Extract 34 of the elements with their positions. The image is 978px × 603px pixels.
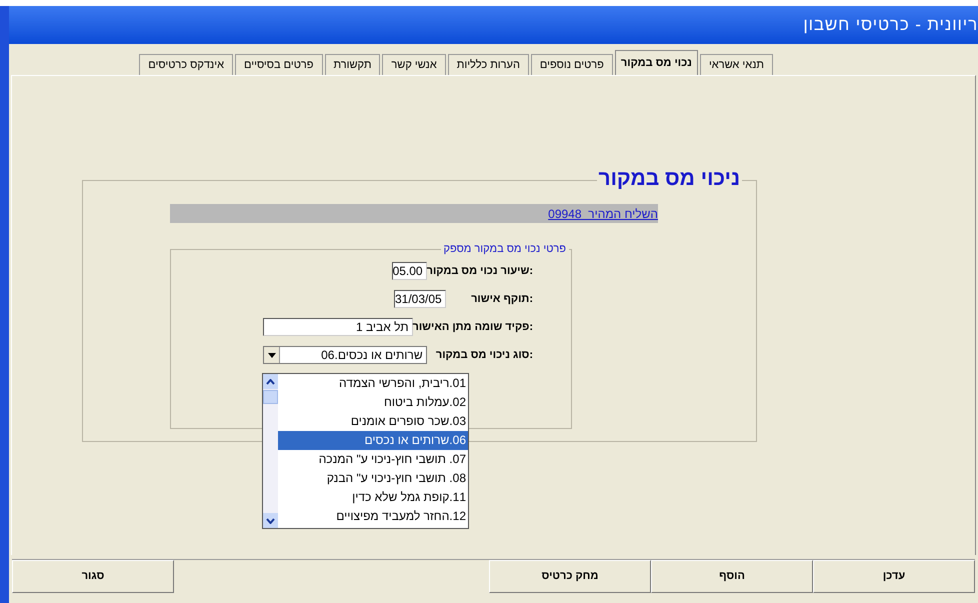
tab[interactable]: אינדקס כרטיסים — [139, 54, 233, 75]
input-field[interactable]: תל אביב 1 — [263, 318, 412, 336]
field-label: שיעור נכוי מס במקור: — [426, 264, 533, 279]
button[interactable]: הוסף — [651, 560, 813, 593]
dropdown-option[interactable]: 08. תושבי חוץ-ניכוי ע" הבנק — [278, 469, 468, 488]
dropdown-option[interactable]: 07. תושבי חוץ-ניכוי ע" המנכה — [278, 450, 468, 469]
scrollbar[interactable] — [263, 374, 278, 528]
dropdown-option[interactable]: 11.קופת גמל שלא כדין — [278, 488, 468, 507]
combo-box[interactable]: 06.שרותים או נכסים — [263, 346, 427, 364]
button[interactable]: עדכן — [813, 560, 975, 593]
account-link[interactable]: השליח המהיר 09948 — [548, 204, 658, 222]
field-label: תוקף אישור: — [470, 292, 533, 307]
scroll-down-icon[interactable] — [263, 513, 278, 528]
dropdown-option[interactable]: 01.ריבית, והפרשי הצמדה — [278, 374, 468, 393]
scroll-thumb[interactable] — [263, 390, 278, 404]
window-title: ריוונית - כרטיסי חשבון — [803, 14, 978, 36]
tab[interactable]: אנשי קשר — [382, 54, 446, 75]
tab[interactable]: הערות כלליות — [448, 54, 529, 75]
input-field[interactable]: 05.00 — [392, 262, 427, 280]
dropdown-option[interactable]: 06.שרותים או נכסים — [278, 431, 468, 450]
tab[interactable]: תנאי אשראי — [700, 54, 773, 75]
field-label: סוג ניכוי מס במקור: — [434, 348, 533, 363]
tab[interactable]: פרטים נוספים — [530, 54, 613, 75]
input-field[interactable]: 31/03/05 — [394, 290, 446, 308]
field-label: פקיד שומה מתן האישור: — [412, 320, 533, 335]
scroll-up-icon[interactable] — [263, 374, 278, 389]
tab[interactable]: תקשורת — [324, 54, 380, 75]
dropdown-option[interactable]: 12.החזר למעביד מפיצויים — [278, 507, 468, 526]
tab[interactable]: פרטים בסיסיים — [234, 54, 323, 75]
button[interactable]: סגור — [12, 560, 174, 593]
dropdown-option[interactable]: 03.שכר סופרים אומנים — [278, 412, 468, 431]
dropdown-option[interactable]: 02.עמלות ביטוח — [278, 393, 468, 412]
tab[interactable]: נכוי מס במקור — [614, 50, 698, 75]
button[interactable]: מחק כרטיס — [489, 560, 651, 593]
